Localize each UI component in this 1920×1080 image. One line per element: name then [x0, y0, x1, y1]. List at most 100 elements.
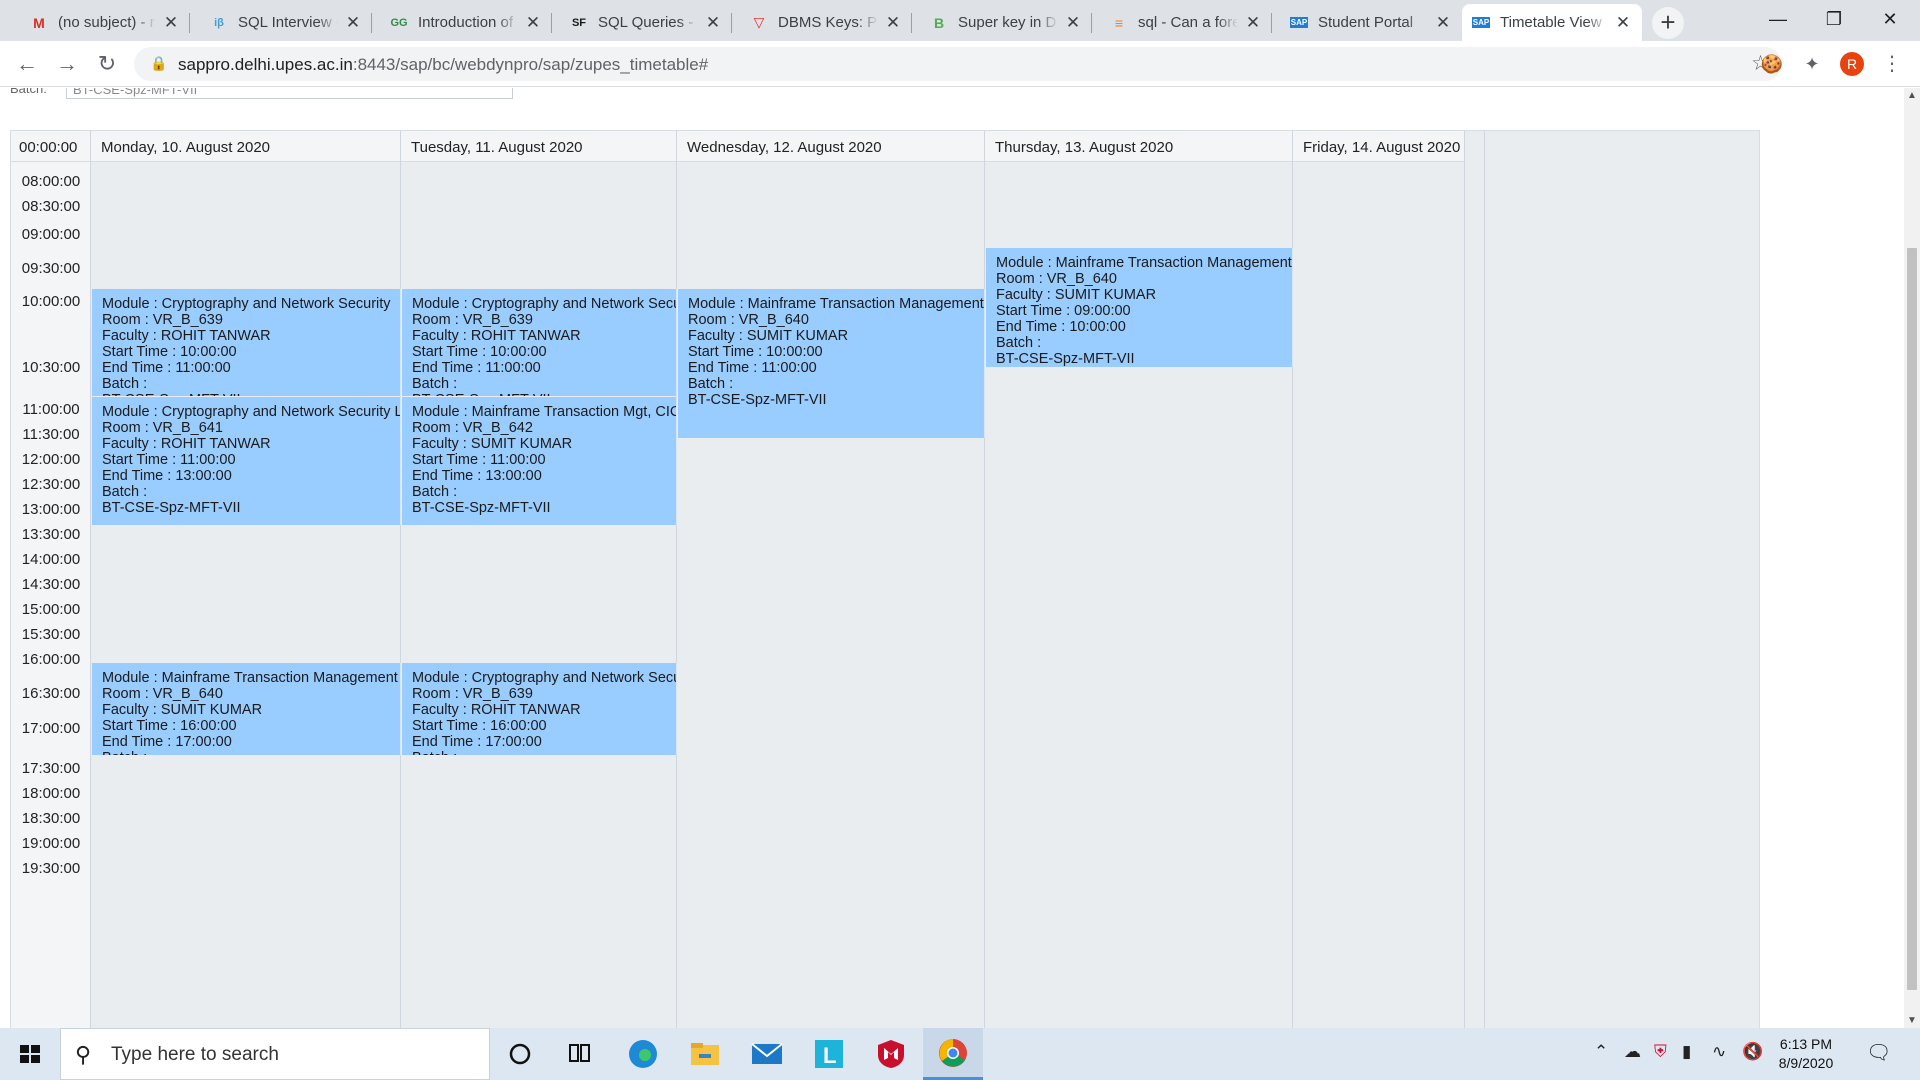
extensions-puzzle-icon[interactable]: ✦: [1800, 52, 1824, 76]
system-clock[interactable]: 6:13 PM 8/9/2020: [1766, 1035, 1846, 1073]
lexicon-app-icon[interactable]: L: [799, 1028, 859, 1080]
browser-tab[interactable]: GG Introduction of ✕: [380, 4, 552, 41]
browser-tab[interactable]: B Super key in DB ✕: [920, 4, 1092, 41]
tab-title: sql - Can a fore: [1138, 14, 1238, 31]
stackoverflow-icon: ≡: [1114, 14, 1124, 31]
time-slot-label: 08:30:00: [21, 198, 81, 215]
cookie-extension-icon[interactable]: 🍪: [1760, 52, 1784, 76]
tab-close-icon[interactable]: ✕: [1244, 13, 1262, 33]
forward-button[interactable]: →: [52, 49, 82, 79]
browser-tab[interactable]: SAP Student Portal ✕: [1280, 4, 1462, 41]
close-window-button[interactable]: ✕: [1862, 0, 1918, 40]
event-detail-line: Room : VR_B_639: [412, 312, 533, 328]
event-detail-line: Faculty : ROHIT TANWAR: [412, 702, 581, 718]
batch-field[interactable]: BT-CSE-Spz-MFT-VII: [66, 88, 513, 99]
time-column-header: 00:00:00: [11, 131, 90, 162]
time-slot-label: 17:30:00: [21, 760, 81, 777]
timetable-event[interactable]: Module : Cryptography and Network Securi…: [402, 289, 677, 396]
timetable-event[interactable]: Module : Mainframe Transaction Managemen…: [678, 289, 985, 438]
time-slot-label: 09:00:00: [21, 226, 81, 243]
tab-close-icon[interactable]: ✕: [162, 13, 180, 33]
time-slot-label: 18:30:00: [21, 810, 81, 827]
day-header: Tuesday, 11. August 2020: [401, 131, 676, 162]
day-column: Monday, 10. August 2020: [91, 131, 401, 1028]
reload-icon: ↻: [97, 51, 117, 76]
notification-center-icon[interactable]: 🗨: [1866, 1040, 1891, 1065]
tab-close-icon[interactable]: ✕: [884, 13, 902, 33]
onedrive-cloud-icon[interactable]: ☁: [1624, 1042, 1641, 1062]
event-detail-line: Batch :: [102, 750, 400, 755]
tray-chevron-up-icon[interactable]: ⌃: [1594, 1042, 1608, 1062]
wifi-icon[interactable]: ∿: [1712, 1042, 1726, 1062]
event-detail-line: Room : VR_B_642: [412, 420, 533, 436]
guru99-icon: ▽: [753, 14, 765, 30]
start-button[interactable]: [0, 1028, 60, 1080]
tab-separator: [1271, 13, 1272, 33]
page-scrollbar[interactable]: ▲ ▼: [1904, 88, 1920, 1028]
timetable-event[interactable]: Module : Cryptography and Network Securi…: [402, 663, 677, 755]
lock-icon: 🔒: [150, 55, 168, 71]
scroll-up-arrow-icon[interactable]: ▲: [1904, 90, 1920, 101]
windows-logo-icon: [20, 1045, 40, 1063]
day-header: Thursday, 13. August 2020: [985, 131, 1292, 162]
event-detail-line: Faculty : SUMIT KUMAR: [996, 287, 1157, 303]
mcafee-icon[interactable]: [861, 1028, 921, 1080]
battery-icon[interactable]: ▮: [1682, 1042, 1691, 1062]
cortana-icon[interactable]: [490, 1028, 550, 1080]
time-slot-label: 15:30:00: [21, 626, 81, 643]
batch-label: Batch:: [10, 88, 47, 96]
back-button[interactable]: ←: [12, 49, 42, 79]
tab-strip: M (no subject) - ri ✕ iβ SQL Interview Q ✕ GG I…: [0, 0, 1920, 41]
tab-title: (no subject) - ri: [58, 14, 156, 31]
browser-tab[interactable]: ≡ sql - Can a fore ✕: [1100, 4, 1272, 41]
scroll-down-arrow-icon[interactable]: ▼: [1904, 1015, 1920, 1026]
tab-close-icon[interactable]: ✕: [344, 13, 362, 33]
timetable-event[interactable]: Module : Cryptography and Network Securi…: [92, 397, 401, 525]
browser-tab[interactable]: SAP Timetable View ✕: [1462, 4, 1642, 41]
time-slot-label: 17:00:00: [21, 720, 81, 737]
tab-title: SQL Interview Q: [238, 14, 338, 31]
browser-tab[interactable]: M (no subject) - ri ✕: [20, 4, 190, 41]
tab-title: SQL Queries - D: [598, 14, 698, 31]
edge-browser-icon[interactable]: [613, 1028, 673, 1080]
grid-spacer: [1465, 131, 1485, 1028]
scrollbar-thumb[interactable]: [1907, 248, 1917, 990]
bytes-icon: B: [933, 14, 945, 31]
timetable-event[interactable]: Module : Cryptography and Network Securi…: [92, 289, 401, 396]
event-detail-line: Start Time : 11:00:00: [102, 452, 236, 468]
timetable-event[interactable]: Module : Mainframe Transaction Mgt, CICS…: [402, 397, 677, 525]
tab-title: Timetable View: [1500, 14, 1602, 31]
tab-close-icon[interactable]: ✕: [524, 13, 542, 33]
profile-avatar[interactable]: R: [1840, 52, 1864, 76]
timetable-event[interactable]: Module : Mainframe Transaction Managemen…: [986, 248, 1293, 367]
minimize-button[interactable]: —: [1750, 0, 1806, 40]
event-detail-line: Batch :: [412, 376, 458, 392]
mail-icon[interactable]: [737, 1028, 797, 1080]
tab-close-icon[interactable]: ✕: [1064, 13, 1082, 33]
chrome-taskbar-icon[interactable]: [923, 1028, 983, 1080]
browser-tab[interactable]: iβ SQL Interview Q ✕: [200, 4, 372, 41]
tab-separator: [911, 13, 912, 33]
event-detail-line: Faculty : ROHIT TANWAR: [412, 328, 581, 344]
event-detail-line: End Time : 17:00:00: [412, 734, 542, 750]
timetable-event[interactable]: Module : Mainframe Transaction Managemen…: [92, 663, 401, 755]
tab-close-icon[interactable]: ✕: [1614, 13, 1632, 33]
windows-taskbar: ⚲ Type here to search L ⌃ ☁ ⛨ ▮ ∿ 🔇 6:13…: [0, 1028, 1920, 1080]
tab-close-icon[interactable]: ✕: [1434, 13, 1452, 33]
reload-button[interactable]: ↻: [92, 49, 122, 79]
browser-tab[interactable]: SF SQL Queries - D ✕: [560, 4, 732, 41]
new-tab-button[interactable]: +: [1652, 7, 1684, 39]
address-bar[interactable]: 🔒 sappro.delhi.upes.ac.in:8443/sap/bc/we…: [134, 47, 1782, 81]
speaker-muted-icon[interactable]: 🔇: [1742, 1042, 1763, 1062]
event-detail-line: Batch :: [102, 484, 148, 500]
mcafee-tray-icon[interactable]: ⛨: [1654, 1042, 1667, 1062]
taskbar-search-box[interactable]: ⚲ Type here to search: [60, 1028, 490, 1080]
browser-menu-icon[interactable]: ⋮: [1882, 51, 1902, 76]
browser-tab[interactable]: ▽ DBMS Keys: Pri ✕: [740, 4, 912, 41]
time-slot-label: 08:00:00: [21, 173, 81, 190]
maximize-button[interactable]: ❐: [1806, 0, 1862, 40]
tab-close-icon[interactable]: ✕: [704, 13, 722, 33]
event-detail-line: Module : Mainframe Transaction Managemen…: [996, 255, 1292, 271]
file-explorer-icon[interactable]: [675, 1028, 735, 1080]
task-view-icon[interactable]: [550, 1028, 610, 1080]
